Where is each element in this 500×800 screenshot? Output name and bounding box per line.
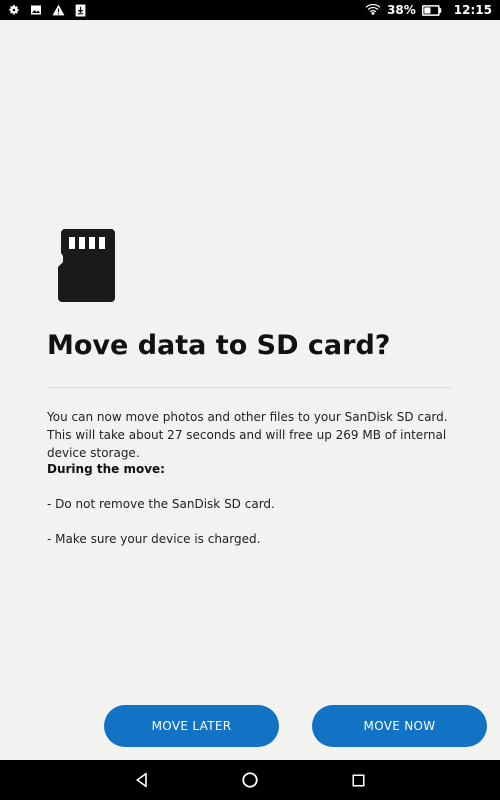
battery-percent: 38% <box>387 3 416 17</box>
status-bar: 38% 12:15 <box>0 0 500 20</box>
bullet-item: - Do not remove the SanDisk SD card. <box>47 497 275 511</box>
move-now-button[interactable]: MOVE NOW <box>312 705 487 747</box>
battery-icon <box>421 3 442 17</box>
status-right: 38% 12:15 <box>365 3 492 17</box>
dialog-title: Move data to SD card? <box>47 330 391 361</box>
status-left <box>8 3 86 17</box>
back-icon[interactable] <box>131 769 153 791</box>
screen: 38% 12:15 Move data to SD card? You can … <box>0 0 500 800</box>
navigation-bar <box>0 760 500 800</box>
move-later-button[interactable]: MOVE LATER <box>104 705 279 747</box>
download-icon <box>75 3 86 17</box>
sd-card-icon <box>58 229 116 302</box>
recents-icon[interactable] <box>347 769 369 791</box>
wifi-icon <box>365 3 381 17</box>
warning-icon <box>52 3 65 17</box>
divider <box>47 387 452 388</box>
clock: 12:15 <box>453 3 492 17</box>
section-heading: During the move: <box>47 462 165 476</box>
bullet-item: - Make sure your device is charged. <box>47 532 261 546</box>
image-notification-icon <box>30 3 42 17</box>
dialog-body: You can now move photos and other files … <box>47 410 448 460</box>
gear-icon <box>8 3 20 17</box>
home-icon[interactable] <box>239 769 261 791</box>
